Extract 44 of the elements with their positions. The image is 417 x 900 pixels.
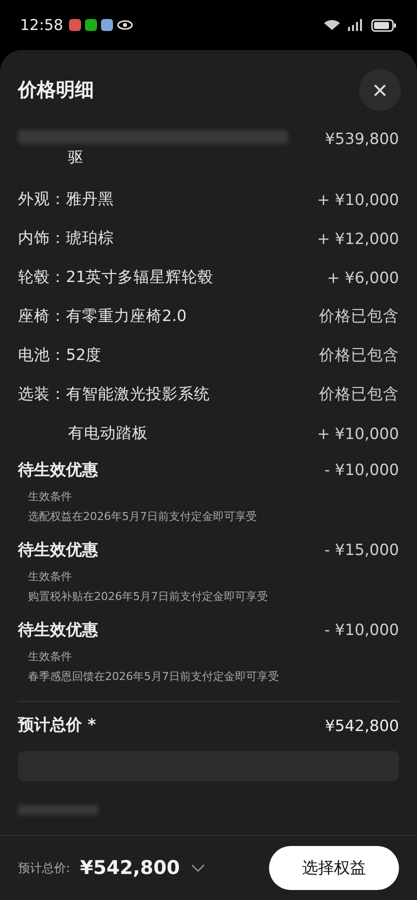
condition-text: 春季感恩回馈在2026年5月7日前支付定金即可享受 — [27, 669, 280, 685]
wifi-icon — [323, 19, 341, 31]
footer-total-price: ¥542,800 — [80, 857, 180, 879]
option-price: 价格已包含 — [319, 384, 399, 405]
battery-icon — [371, 18, 397, 32]
discount-amount: - ¥15,000 — [324, 541, 399, 559]
discount-title: 待生效优惠 — [18, 460, 98, 480]
option-price: + ¥6,000 — [326, 268, 399, 286]
option-label: 电池：52度 — [18, 345, 102, 366]
footer-total-label: 预计总价: — [18, 860, 70, 876]
condition-label: 生效条件 — [27, 569, 73, 585]
option-label: 外观：雅丹黑 — [18, 189, 114, 210]
total-label: 预计总价 * — [18, 715, 96, 736]
status-time: 12:58 — [20, 16, 64, 34]
condition-label: 生效条件 — [27, 489, 73, 505]
app-notification-icon — [85, 19, 98, 31]
select-benefits-button[interactable]: 选择权益 — [269, 846, 399, 890]
total-price: ¥542,800 — [325, 716, 399, 734]
discount-amount: - ¥10,000 — [324, 461, 399, 479]
option-price: + ¥10,000 — [316, 190, 399, 208]
option-label: 座椅：有零重力座椅2.0 — [18, 306, 187, 327]
eye-icon — [117, 20, 134, 30]
app-notification-icon — [101, 19, 114, 31]
condition-label: 生效条件 — [27, 649, 73, 665]
option-price: + ¥12,000 — [316, 230, 399, 248]
signal-icon — [347, 19, 365, 31]
condition-text: 选配权益在2026年5月7日前支付定金即可享受 — [27, 509, 258, 525]
model-name: 驱 — [68, 148, 84, 167]
option-label: 轮毂：21英寸多辐星辉轮毂 — [18, 267, 214, 288]
option-price: 价格已包含 — [319, 345, 399, 366]
discount-amount: - ¥10,000 — [324, 621, 399, 639]
chevron-down-icon[interactable] — [190, 863, 206, 873]
condition-text: 购置税补贴在2026年5月7日前支付定金即可享受 — [27, 589, 269, 605]
sheet-title: 价格明细 — [18, 78, 94, 103]
close-button[interactable]: × — [359, 69, 401, 111]
option-label: 选装：有智能激光投影系统 — [18, 384, 210, 405]
discount-title: 待生效优惠 — [18, 540, 98, 560]
option-price: 价格已包含 — [319, 306, 399, 327]
discount-title: 待生效优惠 — [18, 620, 98, 640]
option-label: 内饰：琥珀棕 — [18, 228, 114, 249]
app-notification-icon — [69, 19, 82, 31]
option-price: + ¥10,000 — [316, 424, 399, 442]
option-label: 有电动踏板 — [67, 423, 148, 444]
base-price: ¥539,800 — [325, 130, 399, 148]
